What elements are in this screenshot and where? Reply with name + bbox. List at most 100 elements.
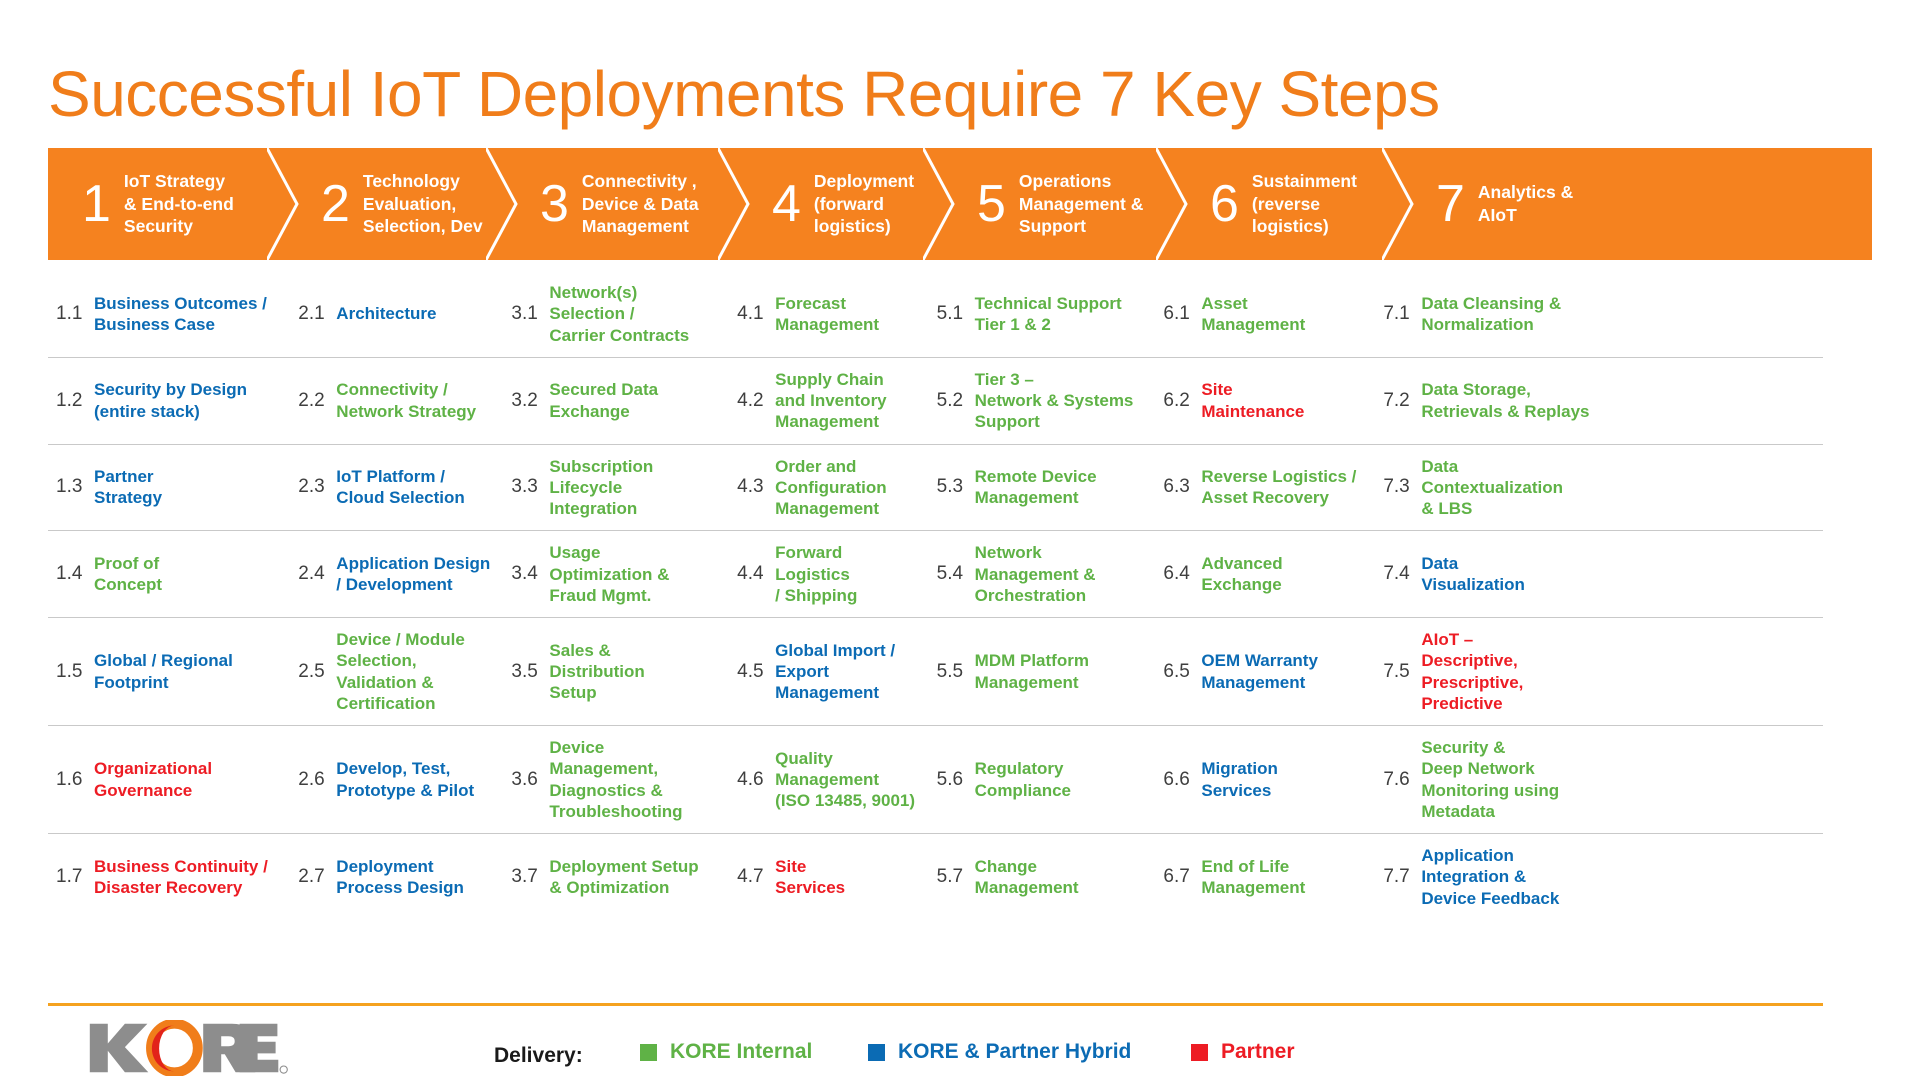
legend-item-kore-internal: KORE Internal bbox=[640, 1040, 812, 1064]
grid-cell-2.1[interactable]: 2.1 Architecture bbox=[290, 271, 503, 357]
grid-cell-6.7[interactable]: 6.7 End of Life Management bbox=[1155, 834, 1375, 920]
cell-label: Technical Support Tier 1 & 2 bbox=[974, 293, 1122, 334]
grid-cell-5.3[interactable]: 5.3 Remote Device Management bbox=[929, 445, 1156, 531]
cell-number: 1.2 bbox=[56, 389, 83, 411]
cell-number: 2.4 bbox=[298, 563, 325, 585]
grid-cell-6.3[interactable]: 6.3 Reverse Logistics / Asset Recovery bbox=[1155, 445, 1375, 531]
grid-cell-4.7[interactable]: 4.7 Site Services bbox=[729, 834, 928, 920]
grid-cell-3.4[interactable]: 3.4 Usage Optimization & Fraud Mgmt. bbox=[503, 531, 729, 617]
grid-cell-2.6[interactable]: 2.6 Develop, Test, Prototype & Pilot bbox=[290, 726, 503, 833]
grid-cell-2.2[interactable]: 2.2 Connectivity / Network Strategy bbox=[290, 358, 503, 444]
cell-label: Sales & Distribution Setup bbox=[549, 640, 645, 703]
cell-number: 4.5 bbox=[737, 660, 764, 682]
cell-number: 3.2 bbox=[511, 389, 538, 411]
grid-cell-7.6[interactable]: 7.6 Security & Deep Network Monitoring usin… bbox=[1375, 726, 1823, 833]
cell-label: Site Services bbox=[775, 856, 846, 897]
cell-label: Data Cleansing & Normalization bbox=[1421, 293, 1562, 334]
grid-cell-5.1[interactable]: 5.1 Technical Support Tier 1 & 2 bbox=[929, 271, 1156, 357]
step-number: 4 bbox=[772, 175, 801, 233]
cell-label: Business Continuity / Disaster Recovery bbox=[94, 856, 268, 897]
cell-number: 5.1 bbox=[936, 302, 964, 324]
grid-cell-3.3[interactable]: 3.3 Subscription Lifecycle Integration bbox=[503, 445, 729, 531]
grid-cell-3.5[interactable]: 3.5 Sales & Distribution Setup bbox=[503, 618, 729, 725]
table-row: 1.2 Security by Design (entire stack) 2.2 Co… bbox=[48, 358, 1823, 445]
bottom-rule bbox=[48, 1003, 1823, 1006]
grid-cell-7.5[interactable]: 7.5 AIoT – Descriptive, Prescriptive, Predic… bbox=[1375, 618, 1823, 725]
grid-cell-1.2[interactable]: 1.2 Security by Design (entire stack) bbox=[48, 358, 290, 444]
grid-cell-5.2[interactable]: 5.2 Tier 3 – Network & Systems Support bbox=[929, 358, 1156, 444]
grid-cell-1.4[interactable]: 1.4 Proof of Concept bbox=[48, 531, 290, 617]
step-header-3[interactable]: 3 Connectivity , Device & Data Management bbox=[516, 148, 748, 260]
grid-cell-6.2[interactable]: 6.2 Site Maintenance bbox=[1155, 358, 1375, 444]
cell-label: Global Import / Export Management bbox=[775, 640, 896, 703]
cell-label: Network(s) Selection / Carrier Contracts bbox=[549, 283, 690, 345]
step-header-4[interactable]: 4 Deployment (forward logistics) bbox=[748, 148, 953, 260]
grid-cell-7.3[interactable]: 7.3 Data Contextualization & LBS bbox=[1375, 445, 1823, 531]
cell-number: 2.6 bbox=[298, 768, 325, 790]
grid-cell-7.4[interactable]: 7.4 Data Visualization bbox=[1375, 531, 1823, 617]
cell-label: Supply Chain and Inventory Management bbox=[775, 369, 887, 432]
grid-cell-7.2[interactable]: 7.2 Data Storage, Retrievals & Replays bbox=[1375, 358, 1823, 444]
cell-number: 4.4 bbox=[737, 563, 764, 585]
step-number: 5 bbox=[977, 175, 1006, 233]
grid-cell-1.1[interactable]: 1.1 Business Outcomes / Business Case bbox=[48, 271, 290, 357]
slide-root: Successful IoT Deployments Require 7 Key… bbox=[0, 0, 1920, 1080]
grid-cell-6.6[interactable]: 6.6 Migration Services bbox=[1155, 726, 1375, 833]
grid-cell-3.2[interactable]: 3.2 Secured Data Exchange bbox=[503, 358, 729, 444]
grid-cell-1.3[interactable]: 1.3 Partner Strategy bbox=[48, 445, 290, 531]
grid-cell-4.1[interactable]: 4.1 Forecast Management bbox=[729, 271, 928, 357]
grid-cell-5.5[interactable]: 5.5 MDM Platform Management bbox=[929, 618, 1156, 725]
grid-cell-4.2[interactable]: 4.2 Supply Chain and Inventory Management bbox=[729, 358, 928, 444]
cell-number: 4.7 bbox=[737, 865, 764, 887]
cell-label: Reverse Logistics / Asset Recovery bbox=[1201, 467, 1357, 508]
grid-cell-6.1[interactable]: 6.1 Asset Management bbox=[1155, 271, 1375, 357]
step-header-7[interactable]: 7 Analytics & AIoT bbox=[1412, 148, 1872, 260]
cell-label: AIoT – Descriptive, Prescriptive, Predictiv… bbox=[1421, 630, 1524, 713]
grid-cell-3.6[interactable]: 3.6 Device Management, Diagnostics & Trouble… bbox=[503, 726, 729, 833]
cell-label: Develop, Test, Prototype & Pilot bbox=[336, 759, 475, 800]
grid-cell-5.6[interactable]: 5.6 Regulatory Compliance bbox=[929, 726, 1156, 833]
grid-cell-4.3[interactable]: 4.3 Order and Configuration Management bbox=[729, 445, 928, 531]
grid-cell-2.7[interactable]: 2.7 Deployment Process Design bbox=[290, 834, 503, 920]
cell-label: MDM Platform Management bbox=[974, 651, 1089, 692]
step-label: Technology Evaluation, Selection, Dev bbox=[362, 170, 483, 237]
cell-label: Business Outcomes / Business Case bbox=[94, 293, 267, 334]
grid-cell-1.6[interactable]: 1.6 Organizational Governance bbox=[48, 726, 290, 833]
table-row: 1.3 Partner Strategy 2.3 IoT Platform / Cloud… bbox=[48, 445, 1823, 532]
grid-cell-1.7[interactable]: 1.7 Business Continuity / Disaster Recover… bbox=[48, 834, 290, 920]
grid-cell-4.4[interactable]: 4.4 Forward Logistics / Shipping bbox=[729, 531, 928, 617]
step-number: 6 bbox=[1210, 175, 1239, 233]
grid-cell-3.7[interactable]: 3.7 Deployment Setup & Optimization bbox=[503, 834, 729, 920]
grid-cell-1.5[interactable]: 1.5 Global / Regional Footprint bbox=[48, 618, 290, 725]
cell-number: 5.7 bbox=[936, 865, 964, 887]
grid-cell-4.5[interactable]: 4.5 Global Import / Export Management bbox=[729, 618, 928, 725]
grid-cell-5.4[interactable]: 5.4 Network Management & Orchestration bbox=[929, 531, 1156, 617]
legend-label: Partner bbox=[1221, 1040, 1295, 1063]
grid-cell-7.7[interactable]: 7.7 Application Integration & Device Feedba… bbox=[1375, 834, 1823, 920]
legend-swatch-icon bbox=[1191, 1043, 1208, 1061]
grid-cell-6.5[interactable]: 6.5 OEM Warranty Management bbox=[1155, 618, 1375, 725]
cell-number: 3.3 bbox=[511, 476, 538, 498]
cell-label: Data Contextualization & LBS bbox=[1421, 456, 1563, 519]
grid-cell-7.1[interactable]: 7.1 Data Cleansing & Normalization bbox=[1375, 271, 1823, 357]
grid-cell-6.4[interactable]: 6.4 Advanced Exchange bbox=[1155, 531, 1375, 617]
grid-cell-2.4[interactable]: 2.4 Application Design / Development bbox=[290, 531, 503, 617]
cell-label: Deployment Setup & Optimization bbox=[549, 856, 699, 897]
step-header-2[interactable]: 2 Technology Evaluation, Selection, Dev bbox=[297, 148, 516, 260]
grid-cell-3.1[interactable]: 3.1 Network(s) Selection / Carrier Contract… bbox=[503, 271, 729, 357]
table-row: 1.6 Organizational Governance 2.6 Develop, T… bbox=[48, 726, 1823, 834]
step-header-5[interactable]: 5 Operations Management & Support bbox=[953, 148, 1186, 260]
kore-logo-e bbox=[239, 1023, 288, 1074]
cell-label: Forecast Management bbox=[775, 293, 880, 334]
grid-cell-5.7[interactable]: 5.7 Change Management bbox=[929, 834, 1156, 920]
steps-grid: 1.1 Business Outcomes / Business Case 2.1 Ar… bbox=[48, 271, 1823, 920]
grid-cell-2.5[interactable]: 2.5 Device / Module Selection, Validation &… bbox=[290, 618, 503, 725]
cell-number: 4.6 bbox=[737, 768, 764, 790]
grid-cell-4.6[interactable]: 4.6 Quality Management (ISO 13485, 9001) bbox=[729, 726, 928, 833]
step-header-1[interactable]: 1 IoT Strategy & End-to-end Security bbox=[48, 148, 297, 260]
grid-cell-2.3[interactable]: 2.3 IoT Platform / Cloud Selection bbox=[290, 445, 503, 531]
delivery-label: Delivery: bbox=[494, 1044, 583, 1067]
cell-label: Advanced Exchange bbox=[1201, 553, 1283, 595]
step-header-6[interactable]: 6 Sustainment (reverse logistics) bbox=[1186, 148, 1412, 260]
cell-label: IoT Platform / Cloud Selection bbox=[336, 467, 465, 508]
